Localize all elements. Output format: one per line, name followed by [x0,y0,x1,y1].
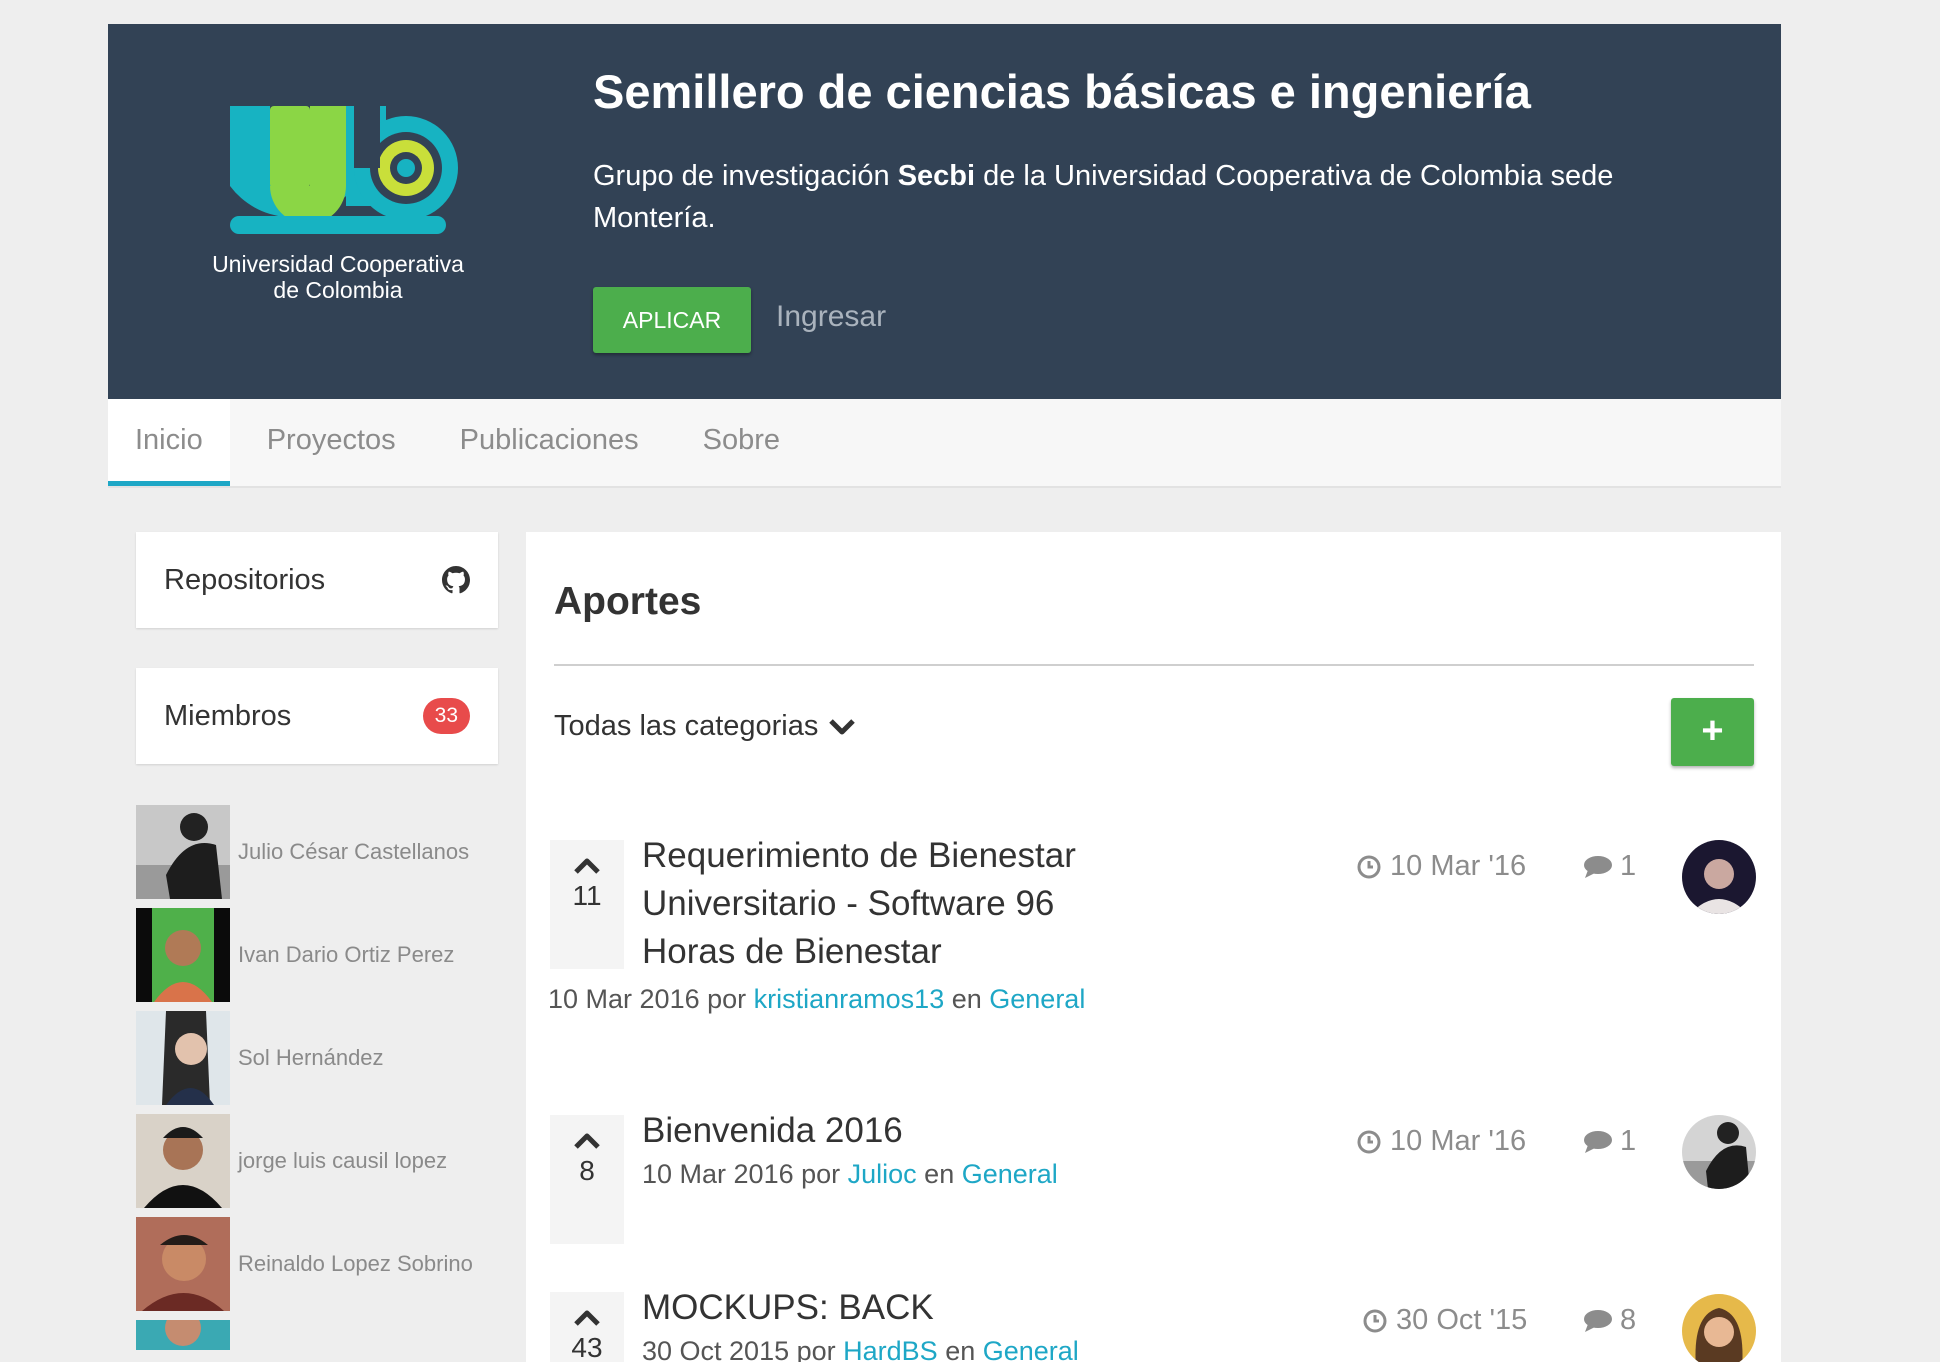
comment-icon [1584,1130,1612,1153]
topic-meta-by: por [789,1336,844,1362]
topic-replies: 8 [1582,1304,1636,1337]
vote-count: 43 [571,1332,603,1362]
vote-count: 8 [579,1155,595,1186]
topic-meta-in: en [916,1159,962,1189]
repositories-label: Repositorios [164,563,326,596]
topic-meta: 10 Mar 2016 por kristianramos13 en Gener… [548,984,1085,1015]
topic-date-text: 10 Mar '16 [1390,1125,1527,1157]
member-avatar[interactable] [136,1011,230,1105]
topic-meta-in: en [944,984,990,1014]
member-name[interactable]: Julio César Castellanos [238,839,469,865]
topic-date-text: 10 Mar '16 [1390,850,1527,882]
topic-meta-in: en [937,1336,983,1362]
member-item[interactable]: Reinaldo Lopez Sobrino [136,1217,496,1311]
topic-title[interactable]: MOCKUPS: BACK [642,1284,1112,1332]
topic-meta-date: 30 Oct 2015 [642,1336,790,1362]
upvote-icon[interactable] [573,1131,601,1151]
group-nav-tabs: Inicio Proyectos Publicaciones Sobre [108,399,1781,488]
clock-icon [1357,1130,1381,1153]
contributions-panel: Aportes Todas las categorias + 11 Requer… [526,532,1781,1362]
member-avatar[interactable] [136,908,230,1002]
topic-category-link[interactable]: General [983,1336,1079,1362]
group-acronym: Secbi [897,160,976,192]
members-card[interactable]: Miembros 33 [136,668,498,764]
vote-count: 11 [572,880,602,911]
topic-title[interactable]: Requerimiento de Bienestar Universitario… [642,832,1112,976]
topic-replies-count: 1 [1620,850,1637,882]
topic-author-link[interactable]: HardBS [843,1336,938,1362]
topic-author-avatar[interactable] [1682,840,1756,914]
group-title: Semillero de ciencias básicas e ingenier… [593,65,1531,118]
group-description-text: Grupo de investigación [593,160,898,192]
member-item[interactable]: Sol Hernández [136,1011,496,1105]
member-item[interactable] [136,1320,496,1350]
members-label: Miembros [164,699,292,732]
topic-meta-date: 10 Mar 2016 [642,1159,794,1189]
topic-replies-count: 1 [1620,1125,1637,1157]
category-filter-label: Todas las categorias [554,710,819,742]
topic-meta-date: 10 Mar 2016 [548,984,700,1014]
member-avatar[interactable] [136,1114,230,1208]
github-icon [442,566,470,594]
upvote-icon[interactable] [573,856,601,876]
topic-author-avatar[interactable] [1682,1115,1756,1189]
topic-title[interactable]: Bienvenida 2016 [642,1107,1112,1155]
member-name[interactable]: Ivan Dario Ortiz Perez [238,942,454,968]
topic-meta: 30 Oct 2015 por HardBS en General [642,1336,1079,1362]
tab-proyectos[interactable]: Proyectos [240,399,423,486]
vote-box: 11 [550,840,624,969]
topic-date-text: 30 Oct '15 [1396,1304,1528,1336]
repositories-card[interactable]: Repositorios [136,532,498,628]
vote-box: 8 [550,1115,624,1244]
university-logo: Universidad Cooperativa de Colombia [212,106,464,303]
clock-icon [1357,855,1381,878]
member-name[interactable]: Sol Hernández [238,1045,384,1071]
topic-category-link[interactable]: General [962,1159,1058,1189]
upvote-icon[interactable] [573,1308,601,1328]
topic-replies-count: 8 [1620,1304,1637,1336]
member-item[interactable]: Julio César Castellanos [136,805,496,899]
topic-meta-by: por [793,1159,848,1189]
tab-inicio[interactable]: Inicio [108,399,230,486]
chevron-down-icon [829,718,856,734]
topic-author-link[interactable]: kristianramos13 [754,984,945,1014]
member-avatar[interactable] [136,805,230,899]
contributions-title: Aportes [554,580,702,623]
vote-box: 43 [550,1292,624,1362]
member-avatar[interactable] [136,1217,230,1311]
topic-author-link[interactable]: Julioc [848,1159,917,1189]
comment-icon [1584,855,1612,878]
logo-text-line2: de Colombia [273,277,402,303]
comment-icon [1584,1309,1612,1332]
tab-publicaciones[interactable]: Publicaciones [433,399,666,486]
topic-author-avatar[interactable] [1682,1294,1756,1362]
topic-date: 30 Oct '15 [1362,1304,1527,1337]
group-description: Grupo de investigación Secbi de la Unive… [593,155,1693,239]
clock-icon [1363,1309,1387,1332]
login-link[interactable]: Ingresar [776,300,886,334]
member-avatar[interactable] [136,1320,230,1350]
apply-button[interactable]: APLICAR [593,287,751,353]
member-name[interactable]: Reinaldo Lopez Sobrino [238,1251,473,1277]
topic-replies: 1 [1582,850,1636,883]
logo-text-line1: Universidad Cooperativa [212,251,464,277]
category-filter-dropdown[interactable]: Todas las categorias [554,710,856,743]
tab-sobre[interactable]: Sobre [676,399,807,486]
member-item[interactable]: jorge luis causil lopez [136,1114,496,1208]
group-header: Universidad Cooperativa de Colombia Semi… [108,24,1781,399]
topic-date: 10 Mar '16 [1356,1125,1526,1158]
topic-meta-by: por [699,984,754,1014]
member-item[interactable]: Ivan Dario Ortiz Perez [136,908,496,1002]
member-name[interactable]: jorge luis causil lopez [238,1148,447,1174]
topic-date: 10 Mar '16 [1356,850,1526,883]
divider [554,664,1754,666]
members-count-badge: 33 [422,698,470,734]
topic-replies: 1 [1582,1125,1636,1158]
topic-meta: 10 Mar 2016 por Julioc en General [642,1159,1058,1190]
topic-category-link[interactable]: General [989,984,1085,1014]
new-topic-button[interactable]: + [1671,698,1754,766]
